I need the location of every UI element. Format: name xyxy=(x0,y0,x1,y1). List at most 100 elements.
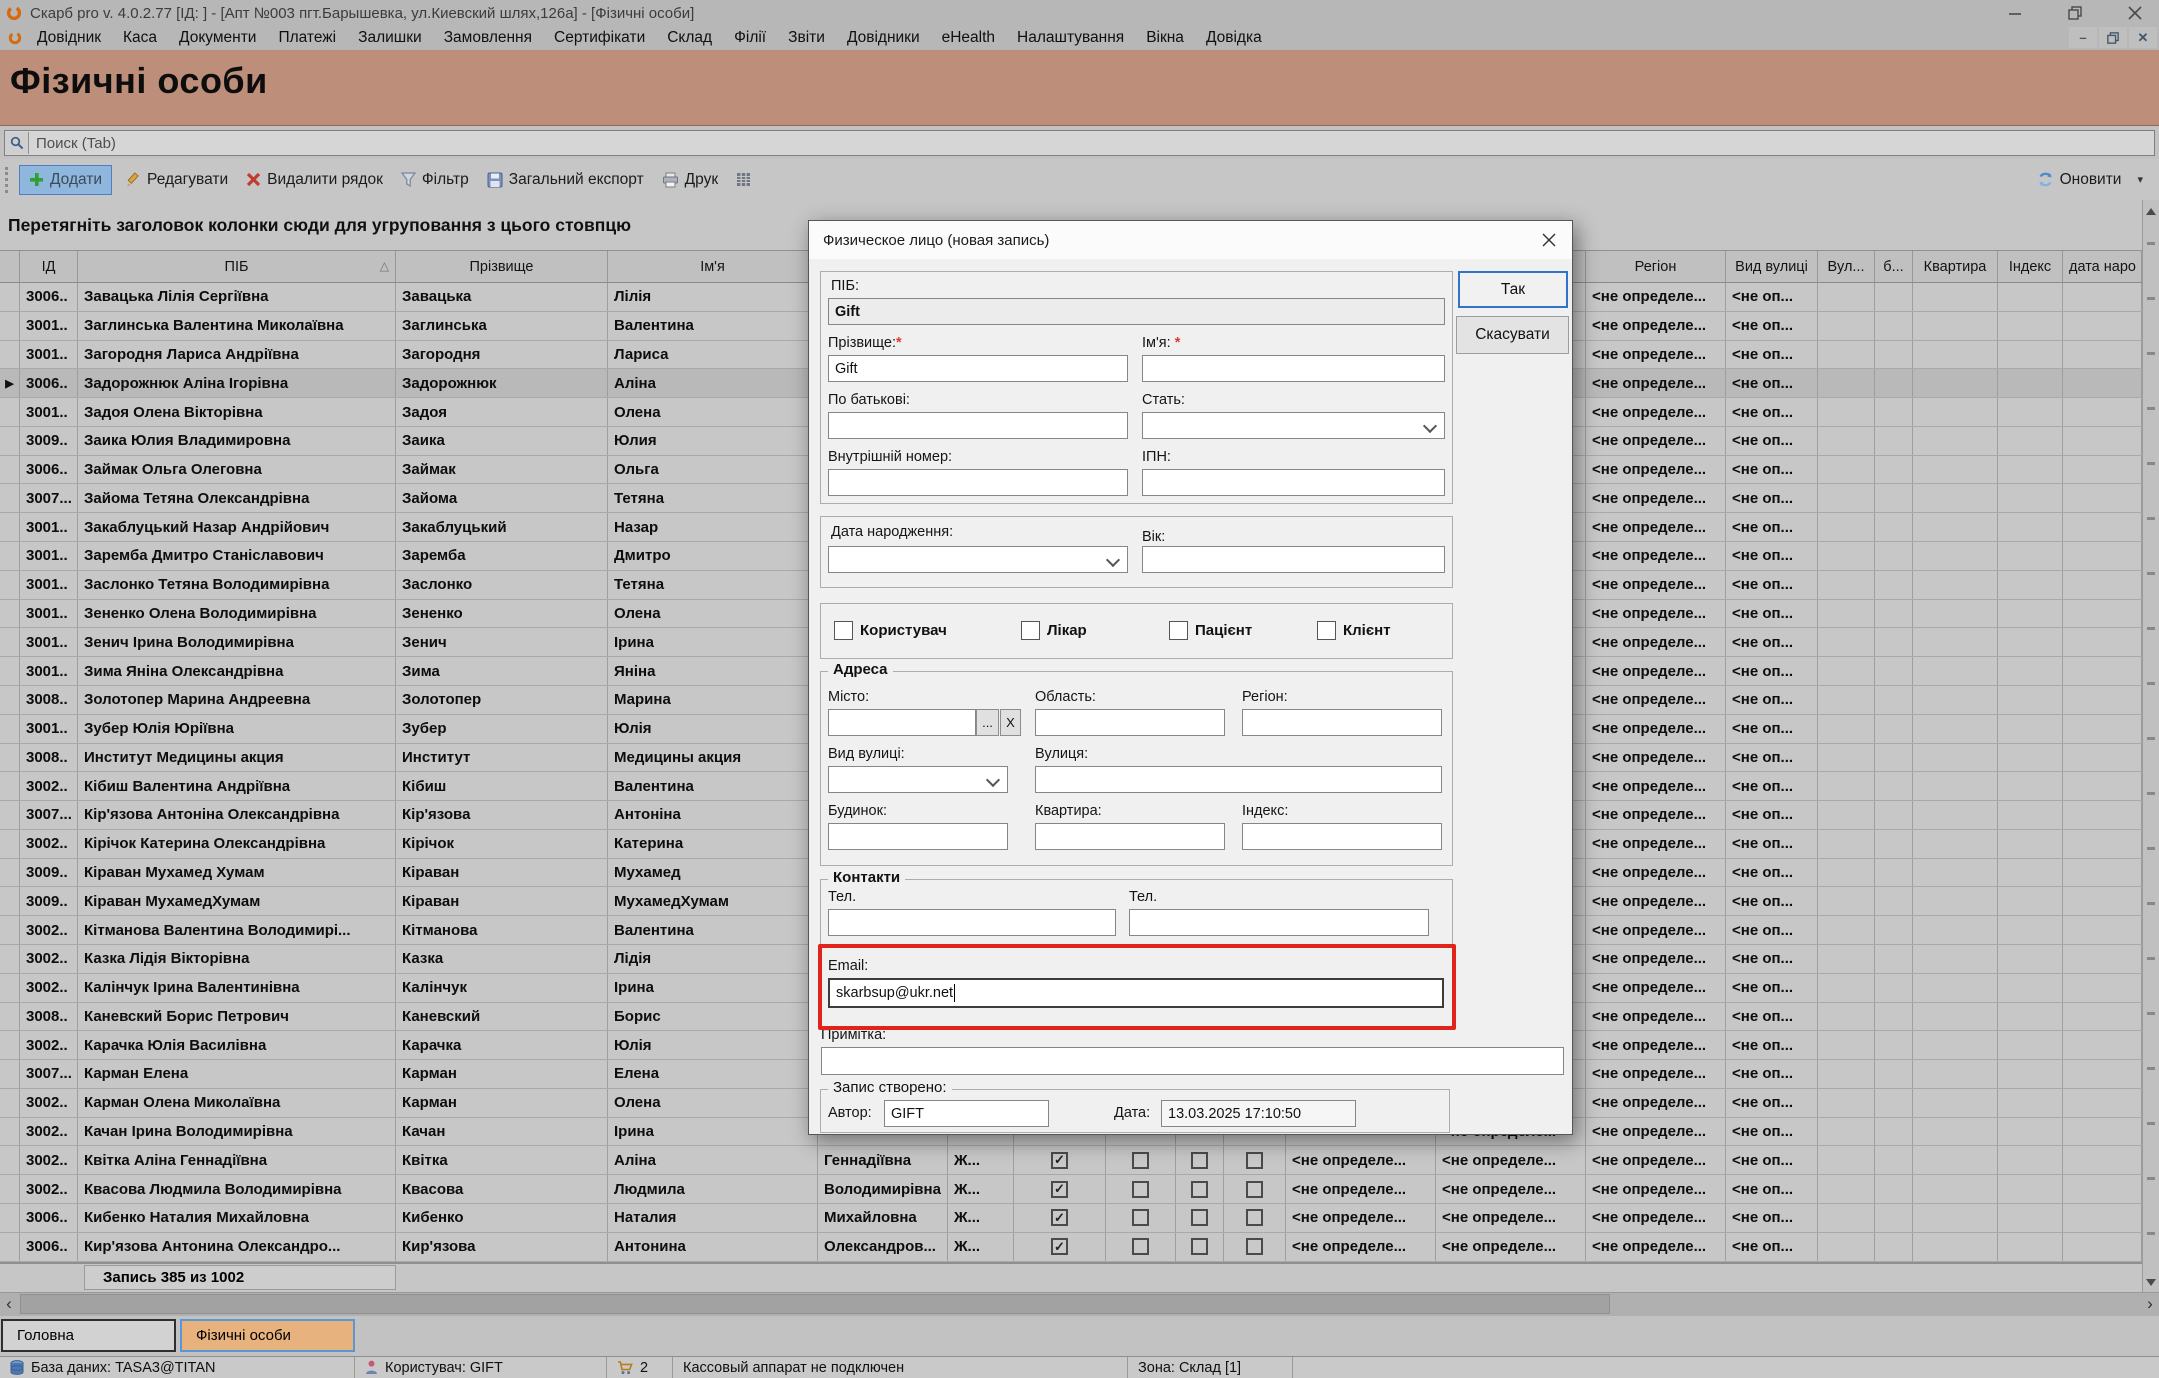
pib-field[interactable]: Gift xyxy=(828,298,1445,325)
column-header-index[interactable]: Індекс xyxy=(1998,251,2063,282)
scroll-left-icon[interactable]: ‹ xyxy=(0,1294,18,1314)
tab-physical-persons[interactable]: Фізичні особи xyxy=(180,1319,355,1352)
street-field[interactable] xyxy=(1035,766,1442,793)
cell-street_type: <не оп... xyxy=(1726,945,1818,973)
author-field[interactable]: GIFT xyxy=(884,1100,1049,1127)
row-checkbox-icon xyxy=(1191,1152,1208,1169)
gender-label: Стать: xyxy=(1142,392,1185,408)
restore-icon[interactable] xyxy=(2065,4,2085,22)
filter-button[interactable]: Фільтр xyxy=(392,166,478,194)
index-field[interactable] xyxy=(1242,823,1442,850)
table-row[interactable]: 3006..Кибенко Наталия МихайловнаКибенкоН… xyxy=(0,1204,2142,1233)
columns-button[interactable] xyxy=(727,167,760,192)
internal-number-field[interactable] xyxy=(828,469,1128,496)
column-header-birth[interactable]: дата наро xyxy=(2063,251,2142,282)
doctor-checkbox[interactable]: Лікар xyxy=(1021,621,1087,640)
scroll-down-icon[interactable] xyxy=(2146,1279,2156,1286)
tel1-field[interactable] xyxy=(828,909,1116,936)
ok-button[interactable]: Так xyxy=(1458,271,1568,308)
menu-item-13[interactable]: Налаштування xyxy=(1006,29,1135,47)
mdi-minimize-icon[interactable]: – xyxy=(2069,27,2097,48)
menu-item-11[interactable]: Довідники xyxy=(836,29,931,47)
menu-item-7[interactable]: Сертифікати xyxy=(543,29,656,47)
patronymic-field[interactable] xyxy=(828,412,1128,439)
menu-item-5[interactable]: Залишки xyxy=(347,29,433,47)
menu-item-14[interactable]: Вікна xyxy=(1135,29,1195,47)
horizontal-scroll-thumb[interactable] xyxy=(20,1294,1610,1314)
cell-name: Олена xyxy=(608,398,818,426)
firstname-field[interactable] xyxy=(1142,355,1445,382)
minimize-icon[interactable] xyxy=(2005,4,2025,22)
cell-street_type: <не оп... xyxy=(1726,600,1818,628)
search-input[interactable]: Поиск (Tab) xyxy=(4,130,2155,156)
gender-select[interactable] xyxy=(1142,412,1445,439)
vertical-scrollbar[interactable] xyxy=(2142,200,2159,1292)
column-header-id[interactable]: ІД xyxy=(20,251,78,282)
database-icon xyxy=(10,1360,24,1375)
add-button[interactable]: Додати xyxy=(19,165,112,195)
city-field[interactable] xyxy=(828,709,976,736)
export-button[interactable]: Загальний експорт xyxy=(478,166,653,194)
menu-item-4[interactable]: Платежі xyxy=(267,29,347,47)
surname-field[interactable]: Gift xyxy=(828,355,1128,382)
toolbar-grip[interactable] xyxy=(5,167,12,193)
ipn-field[interactable] xyxy=(1142,469,1445,496)
note-field[interactable] xyxy=(821,1047,1564,1075)
menu-item-15[interactable]: Довідка xyxy=(1195,29,1273,47)
menu-item-6[interactable]: Замовлення xyxy=(433,29,543,47)
scroll-right-icon[interactable]: › xyxy=(2141,1294,2159,1314)
table-row[interactable]: 3006..Кир'язова Антонина Олександро...Ки… xyxy=(0,1233,2142,1262)
client-checkbox[interactable]: Клієнт xyxy=(1317,621,1391,640)
oblast-field[interactable] xyxy=(1035,709,1225,736)
column-header-street[interactable]: Вул... xyxy=(1818,251,1875,282)
city-browse-button[interactable]: ... xyxy=(976,709,999,736)
column-header-name[interactable]: Ім'я xyxy=(608,251,818,282)
cell-birth xyxy=(2063,1233,2142,1261)
cell-cb4 xyxy=(1224,1175,1286,1203)
created-date-field[interactable]: 13.03.2025 17:10:50 xyxy=(1161,1100,1356,1127)
cell-surname: Золотопер xyxy=(396,686,608,714)
building-field[interactable] xyxy=(828,823,1008,850)
dialog-title-bar[interactable]: Физическое лицо (новая запись) xyxy=(809,221,1572,259)
column-header-apt[interactable]: Квартира xyxy=(1913,251,1998,282)
scroll-up-icon[interactable] xyxy=(2146,208,2156,215)
column-header-street_type[interactable]: Вид вулиці xyxy=(1726,251,1818,282)
cancel-button[interactable]: Скасувати xyxy=(1456,316,1569,354)
tab-home[interactable]: Головна xyxy=(1,1319,176,1352)
patient-checkbox[interactable]: Пацієнт xyxy=(1169,621,1252,640)
mdi-close-icon[interactable]: ✕ xyxy=(2129,27,2157,48)
cell-bld xyxy=(1875,657,1913,685)
menu-item-12[interactable]: eHealth xyxy=(931,29,1006,47)
dialog-close-icon[interactable] xyxy=(1538,229,1560,251)
table-row[interactable]: 3002..Квітка Аліна ГеннадіївнаКвіткаАлін… xyxy=(0,1146,2142,1175)
page-title: Фізичні особи xyxy=(10,60,2159,102)
menu-item-9[interactable]: Філії xyxy=(723,29,777,47)
edit-button[interactable]: Редагувати xyxy=(116,166,237,194)
column-header-surname[interactable]: Прізвище xyxy=(396,251,608,282)
street-type-select[interactable] xyxy=(828,766,1008,793)
column-header-pib[interactable]: ПІБ△ xyxy=(78,251,396,282)
age-field[interactable] xyxy=(1142,546,1445,573)
menu-item-1[interactable]: Довідник xyxy=(26,29,112,47)
menu-item-10[interactable]: Звіти xyxy=(777,29,836,47)
print-button[interactable]: Друк xyxy=(653,166,727,194)
delete-row-button[interactable]: Видалити рядок xyxy=(237,166,392,194)
mdi-restore-icon[interactable] xyxy=(2099,27,2127,48)
user-checkbox[interactable]: Користувач xyxy=(834,621,947,640)
birthdate-select[interactable] xyxy=(828,546,1128,573)
region-field[interactable] xyxy=(1242,709,1442,736)
apartment-field[interactable] xyxy=(1035,823,1225,850)
menu-item-8[interactable]: Склад xyxy=(656,29,723,47)
refresh-button[interactable]: Оновити xyxy=(2028,166,2131,194)
close-icon[interactable] xyxy=(2125,4,2145,22)
city-clear-button[interactable]: X xyxy=(1000,709,1021,736)
column-header-ind[interactable] xyxy=(0,251,20,282)
column-header-region[interactable]: Регіон xyxy=(1586,251,1726,282)
cell-bld xyxy=(1875,744,1913,772)
tel2-field[interactable] xyxy=(1129,909,1429,936)
menu-item-3[interactable]: Документи xyxy=(168,29,267,47)
column-header-bld[interactable]: б... xyxy=(1875,251,1913,282)
table-row[interactable]: 3002..Квасова Людмила ВолодимирівнаКвасо… xyxy=(0,1175,2142,1204)
menu-item-2[interactable]: Каса xyxy=(112,29,168,47)
refresh-dropdown-icon[interactable]: ▾ xyxy=(2137,173,2143,186)
